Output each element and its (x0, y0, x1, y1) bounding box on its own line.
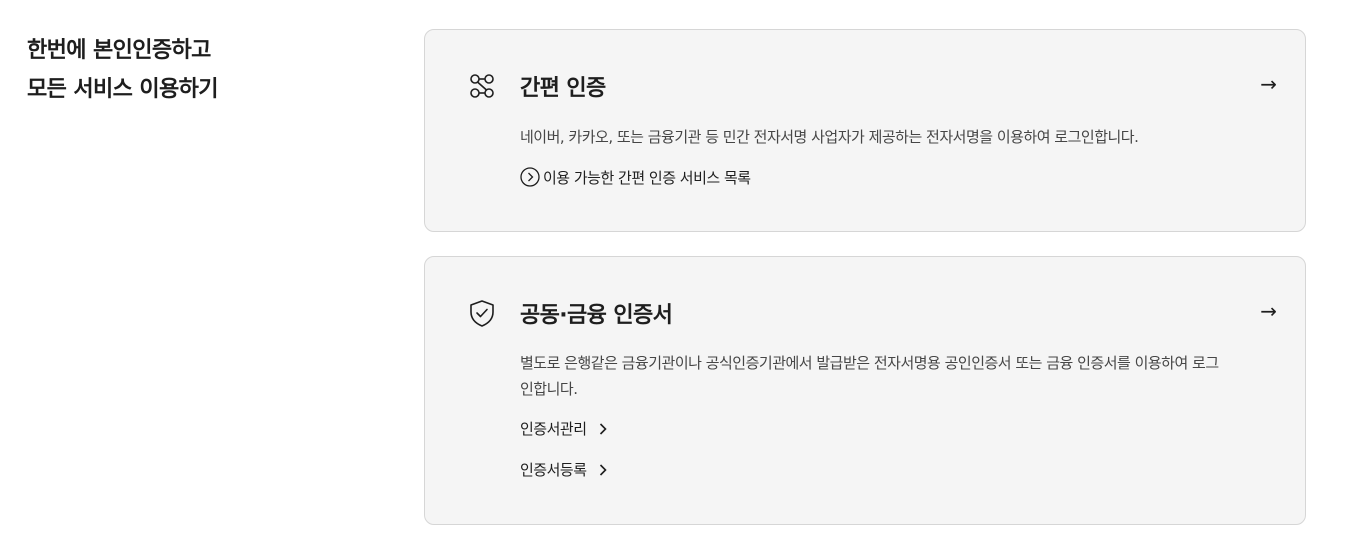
shield-check-icon (467, 298, 497, 328)
certificate-auth-description: 별도로 은행같은 금융기관이나 공식인증기관에서 발급받은 전자서명용 공인인증… (520, 354, 1219, 398)
certificate-manage-label: 인증서관리 (520, 420, 587, 438)
circle-chevron-right-icon (520, 167, 540, 187)
easy-auth-title: 간편 인증 (520, 76, 606, 101)
easy-auth-icon (467, 71, 497, 101)
chevron-right-icon (596, 461, 610, 476)
easy-auth-card[interactable]: 간편 인증 → 네이버, 카카오, 또는 금융기관 등 민간 전자서명 사업자가… (424, 29, 1306, 232)
certificate-register-link[interactable]: 인증서등록 (520, 459, 610, 481)
certificate-manage-link[interactable]: 인증서관리 (520, 418, 610, 440)
easy-auth-arrow-icon[interactable]: → (1260, 72, 1277, 96)
certificate-auth-arrow-icon[interactable]: → (1260, 299, 1277, 323)
certificate-auth-card[interactable]: 공동·금융 인증서 → 별도로 은행같은 금융기관이나 공식인증기관에서 발급받… (424, 256, 1306, 525)
easy-auth-description: 네이버, 카카오, 또는 금융기관 등 민간 전자서명 사업자가 제공하는 전자… (520, 128, 1139, 146)
certificate-register-label: 인증서등록 (520, 461, 587, 479)
chevron-right-icon (596, 420, 610, 435)
page-heading: 한번에 본인인증하고 모든 서비스 이용하기 (27, 31, 218, 109)
easy-auth-service-list-label: 이용 가능한 간편 인증 서비스 목록 (543, 169, 751, 187)
certificate-auth-title: 공동·금융 인증서 (520, 303, 673, 328)
page-heading-line-2: 모든 서비스 이용하기 (27, 77, 218, 102)
page-heading-line-1: 한번에 본인인증하고 (27, 38, 211, 63)
easy-auth-service-list-link[interactable]: 이용 가능한 간편 인증 서비스 목록 (520, 167, 751, 189)
